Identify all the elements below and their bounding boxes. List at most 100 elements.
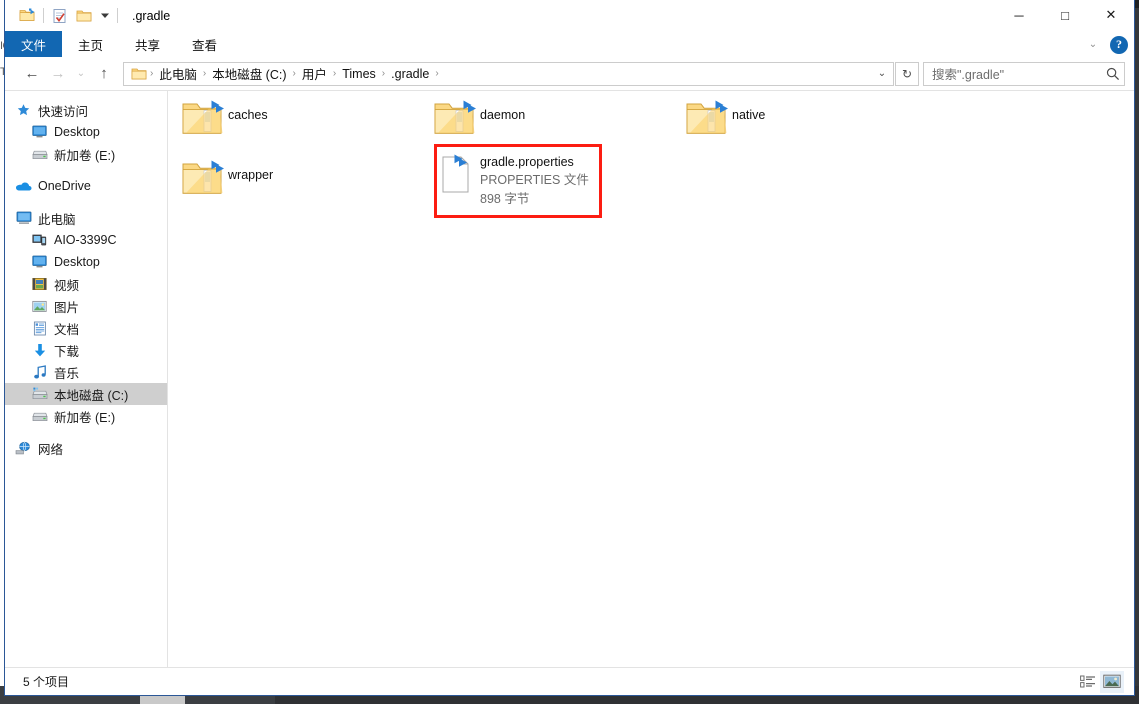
folder-icon [178, 154, 228, 202]
tab-file[interactable]: 文件 [5, 31, 63, 57]
sidebar-item-downloads[interactable]: 下载 [5, 339, 167, 361]
breadcrumb-item-gradle[interactable]: .gradle [386, 67, 434, 81]
refresh-button[interactable]: ↻ [895, 61, 919, 86]
sidebar-item-this-pc[interactable]: 此电脑 [5, 207, 167, 229]
breadcrumb[interactable]: › 此电脑 › 本地磁盘 (C:) › 用户 › Times › .gradle… [123, 61, 894, 86]
list-item[interactable]: wrapper [178, 154, 410, 202]
ribbon-right-controls: ⌄ ? [1084, 31, 1128, 58]
list-item[interactable]: daemon [430, 94, 662, 142]
downloads-icon [31, 342, 48, 358]
up-button[interactable]: ↑ [91, 61, 117, 87]
file-name-label: native [732, 108, 766, 122]
sidebar-item-label: OneDrive [38, 179, 91, 193]
quick-access-toolbar [5, 5, 122, 27]
desktop-icon [31, 124, 48, 140]
maximize-button[interactable]: □ [1042, 0, 1088, 30]
documents-icon [31, 320, 48, 336]
details-view-button[interactable] [1076, 671, 1100, 693]
sidebar-item-label: 本地磁盘 (C:) [54, 388, 129, 403]
sidebar-item-label: 此电脑 [38, 212, 76, 227]
breadcrumb-item-this-pc[interactable]: 此电脑 [154, 64, 202, 83]
file-name-label: wrapper [228, 168, 274, 182]
local-disk-icon [31, 386, 48, 402]
music-icon [31, 364, 48, 380]
sidebar-item-label: 文档 [54, 322, 80, 337]
large-icons-view-button[interactable] [1100, 670, 1124, 693]
forward-button[interactable]: → [45, 61, 71, 87]
folder-icon [178, 94, 228, 142]
sidebar-item-label: 新加卷 (E:) [54, 410, 116, 425]
desktop-icon [31, 254, 48, 270]
list-item[interactable]: gradle.properties PROPERTIES 文件 898 字节 [430, 151, 662, 209]
list-item[interactable]: native [682, 94, 914, 142]
search-icon[interactable] [1106, 67, 1120, 81]
window-controls: ─ □ ✕ [996, 0, 1134, 30]
sidebar-item-pictures[interactable]: 图片 [5, 295, 167, 317]
sidebar-item-onedrive[interactable]: OneDrive [5, 175, 167, 197]
sidebar-item-quick-access[interactable]: 快速访问 [5, 99, 167, 121]
ribbon-tab-bar: 文件 主页 共享 查看 ⌄ ? [5, 31, 1134, 58]
breadcrumb-item-users[interactable]: 用户 [297, 64, 332, 83]
sidebar-item-label: 下载 [54, 344, 80, 359]
file-size-label: 898 字节 [480, 192, 530, 206]
status-bar: 5 个项目 [5, 667, 1134, 695]
address-bar-row: ← → ⌄ ↑ › 此电脑 › 本地磁盘 (C:) › 用户 › Times ›… [5, 58, 1134, 90]
tab-view[interactable]: 查看 [176, 31, 233, 57]
drive-icon [31, 146, 48, 162]
breadcrumb-item-times[interactable]: Times [337, 67, 381, 81]
help-icon[interactable]: ? [1110, 35, 1128, 54]
sidebar-item-label: Desktop [54, 255, 100, 269]
tab-home[interactable]: 主页 [62, 31, 119, 57]
qat-separator-1 [43, 8, 44, 23]
device-icon [31, 232, 48, 248]
tab-share[interactable]: 共享 [119, 31, 176, 57]
pictures-icon [31, 298, 48, 314]
videos-icon [31, 276, 48, 292]
folder-icon [130, 67, 149, 81]
properties-file-icon [430, 151, 480, 199]
sidebar-item-new-volume-e[interactable]: 新加卷 (E:) [5, 405, 167, 427]
back-button[interactable]: ← [19, 61, 45, 87]
navigation-pane: 快速访问 Desktop 新加卷 (E:) OneDrive 此电脑 AIO-3… [5, 91, 168, 667]
chevron-down-icon[interactable] [96, 5, 113, 27]
file-name-label: gradle.properties [480, 155, 574, 169]
sidebar-item-documents[interactable]: 文档 [5, 317, 167, 339]
file-name-label: daemon [480, 108, 526, 122]
search-input[interactable]: 搜索".gradle" [923, 61, 1125, 86]
sidebar-item-videos[interactable]: 视频 [5, 273, 167, 295]
pin-star-icon [15, 102, 32, 118]
breadcrumb-separator[interactable]: › [434, 68, 439, 79]
file-details: gradle.properties PROPERTIES 文件 898 字节 [480, 151, 589, 209]
chevron-down-icon[interactable]: ⌄ [873, 63, 891, 85]
sidebar-item-network[interactable]: 网络 [5, 437, 167, 459]
explorer-body: 快速访问 Desktop 新加卷 (E:) OneDrive 此电脑 AIO-3… [5, 90, 1134, 667]
properties-icon[interactable] [48, 5, 72, 27]
chevron-down-icon[interactable]: ⌄ [1084, 36, 1102, 54]
sidebar-item-label: 音乐 [54, 366, 80, 381]
breadcrumb-item-local-disk[interactable]: 本地磁盘 (C:) [207, 64, 291, 83]
sidebar-item-desktop[interactable]: Desktop [5, 251, 167, 273]
sidebar-item-local-disk-c[interactable]: 本地磁盘 (C:) [5, 383, 167, 405]
sidebar-item-label: 网络 [38, 442, 64, 457]
file-type-label: PROPERTIES 文件 [480, 173, 589, 187]
minimize-button[interactable]: ─ [996, 0, 1042, 30]
this-pc-icon [15, 210, 32, 226]
drive-icon [31, 408, 48, 424]
close-button[interactable]: ✕ [1088, 0, 1134, 30]
sidebar-item-aio-3399c[interactable]: AIO-3399C [5, 229, 167, 251]
new-folder-icon[interactable] [15, 5, 39, 27]
recent-locations-button[interactable]: ⌄ [71, 61, 91, 87]
folder-icon[interactable] [72, 5, 96, 27]
sidebar-item-desktop-qa[interactable]: Desktop [5, 121, 167, 143]
sidebar-item-new-volume-e-qa[interactable]: 新加卷 (E:) [5, 143, 167, 165]
qat-separator-2 [117, 8, 118, 23]
sidebar-item-label: AIO-3399C [54, 233, 117, 247]
list-item[interactable]: caches [178, 94, 410, 142]
sidebar-item-music[interactable]: 音乐 [5, 361, 167, 383]
search-placeholder: 搜索".gradle" [932, 68, 1005, 82]
file-list-area[interactable]: caches daemon native wrapper gradle.prop… [168, 91, 1134, 667]
onedrive-cloud-icon [15, 178, 32, 194]
